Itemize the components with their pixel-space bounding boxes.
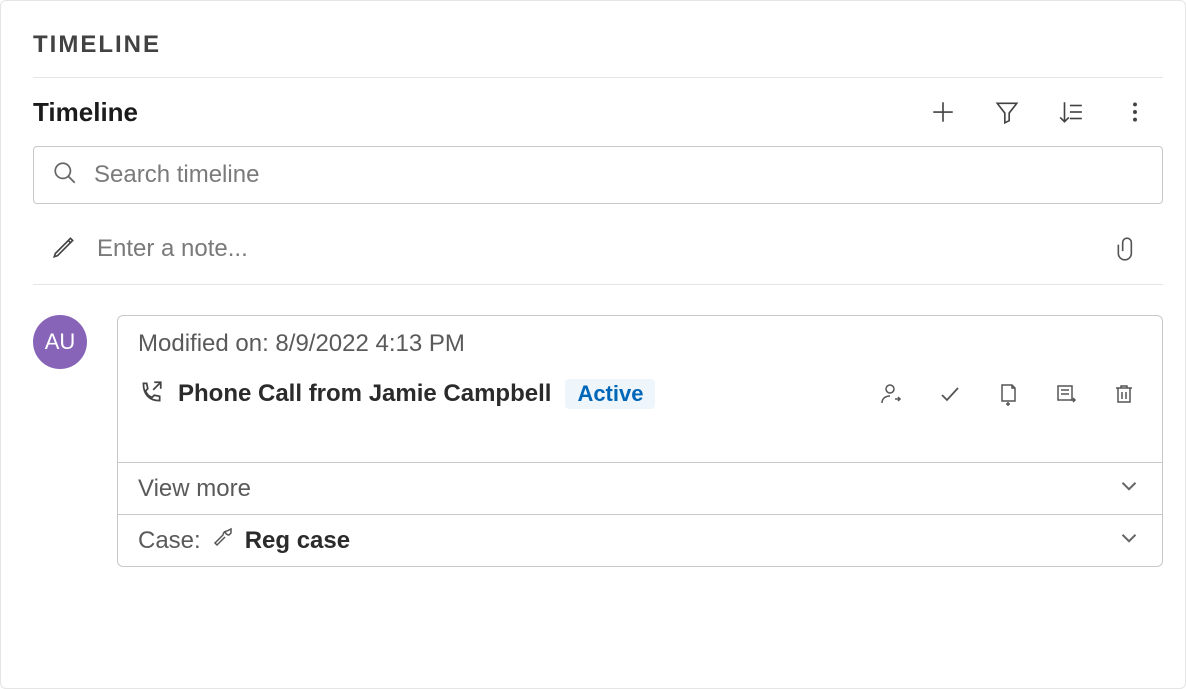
check-icon xyxy=(938,382,962,406)
modified-value: 8/9/2022 4:13 PM xyxy=(275,330,464,357)
funnel-icon xyxy=(994,99,1020,125)
open-record-button[interactable] xyxy=(1048,376,1084,412)
header-title: Timeline xyxy=(33,97,138,128)
add-to-queue-button[interactable] xyxy=(990,376,1026,412)
note-row xyxy=(33,214,1163,285)
modified-label: Modified on: xyxy=(138,330,275,357)
search-icon xyxy=(52,160,78,191)
assign-icon xyxy=(880,382,904,406)
activity-title[interactable]: Phone Call from Jamie Campbell xyxy=(178,380,551,408)
add-button[interactable] xyxy=(925,94,961,130)
case-label: Case: xyxy=(138,527,201,555)
more-vertical-icon xyxy=(1122,99,1148,125)
activity-card: Modified on: 8/9/2022 4:13 PM Phone Call… xyxy=(117,315,1163,567)
activity-line: Phone Call from Jamie Campbell Active xyxy=(138,376,1142,412)
timeline-panel: TIMELINE Timeline xyxy=(0,0,1186,689)
card-main: Modified on: 8/9/2022 4:13 PM Phone Call… xyxy=(118,316,1162,462)
filter-button[interactable] xyxy=(989,94,1025,130)
plus-icon xyxy=(930,99,956,125)
header-actions xyxy=(925,94,1163,130)
case-value: Reg case xyxy=(245,527,350,555)
sort-icon xyxy=(1058,99,1084,125)
open-record-icon xyxy=(1054,382,1078,406)
search-input[interactable] xyxy=(92,160,1144,190)
more-button[interactable] xyxy=(1117,94,1153,130)
timeline-entry: AU Modified on: 8/9/2022 4:13 PM Phone C… xyxy=(33,315,1163,567)
delete-button[interactable] xyxy=(1106,376,1142,412)
search-box[interactable] xyxy=(33,146,1163,204)
sort-button[interactable] xyxy=(1053,94,1089,130)
complete-button[interactable] xyxy=(932,376,968,412)
chevron-down-icon xyxy=(1116,473,1142,504)
view-more-row[interactable]: View more xyxy=(118,462,1162,514)
queue-add-icon xyxy=(996,382,1020,406)
case-row[interactable]: Case: Reg case xyxy=(118,514,1162,566)
case-label-wrap: Case: Reg case xyxy=(138,525,350,556)
assign-button[interactable] xyxy=(874,376,910,412)
status-badge: Active xyxy=(565,379,655,409)
avatar: AU xyxy=(33,315,87,369)
modified-on: Modified on: 8/9/2022 4:13 PM xyxy=(138,330,1142,358)
attach-button[interactable] xyxy=(1109,231,1145,267)
pencil-icon xyxy=(51,234,77,265)
activity-actions xyxy=(874,376,1142,412)
note-input[interactable] xyxy=(95,234,1091,264)
paperclip-icon xyxy=(1114,236,1140,262)
phone-out-icon xyxy=(138,379,164,410)
header-row: Timeline xyxy=(33,94,1163,130)
wrench-icon xyxy=(211,525,235,556)
view-more-label: View more xyxy=(138,475,251,503)
section-title: TIMELINE xyxy=(33,13,1163,78)
chevron-down-icon xyxy=(1116,525,1142,556)
trash-icon xyxy=(1112,382,1136,406)
